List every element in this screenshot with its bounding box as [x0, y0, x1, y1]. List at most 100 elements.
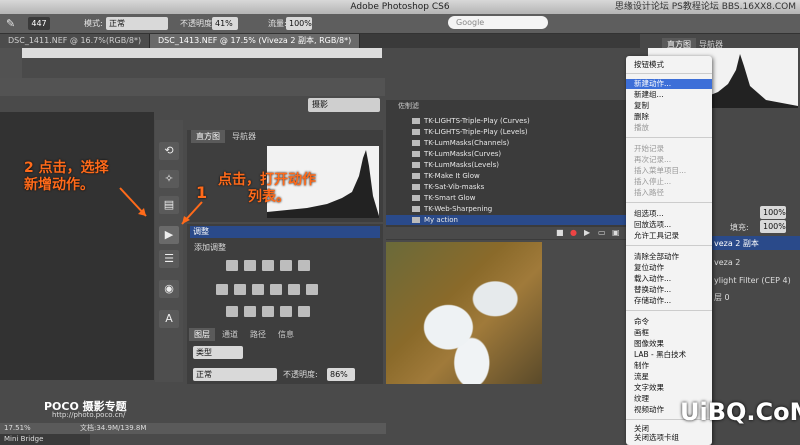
tab-paths[interactable]: 路径 [245, 328, 271, 341]
workspace-select[interactable]: 摄影 [308, 98, 380, 112]
menu-item-close-tab-group[interactable]: 关闭选项卡组 [634, 433, 679, 443]
right-opacity-field[interactable]: 100% [760, 206, 786, 219]
search-input[interactable]: Google [448, 16, 548, 29]
menu-item-replace[interactable]: 替换动作... [634, 285, 671, 295]
levels-icon[interactable] [244, 260, 256, 271]
menu-item-button-mode[interactable]: 按钮模式 [634, 60, 664, 70]
brush-tool-icon[interactable]: ✎ [6, 17, 15, 31]
menu-item-clear-all[interactable]: 清除全部动作 [634, 252, 679, 262]
layer-row[interactable]: veza 2 [714, 258, 740, 267]
tab-histogram[interactable]: 直方图 [191, 130, 225, 143]
doc-tab-1411[interactable]: DSC_1411.NEF @ 16.7%(RGB/8*) [0, 34, 151, 48]
folder-icon [412, 173, 420, 179]
brush-size[interactable]: 447 [28, 17, 50, 30]
opacity-label: 不透明度: [180, 19, 215, 28]
layer-row[interactable]: 层 0 [714, 292, 730, 303]
action-row[interactable]: TK-Make It Glow [386, 171, 640, 181]
menu-item-insert-stop[interactable]: 插入停止... [634, 177, 671, 187]
action-row[interactable]: TK-LumMasks(Levels) [386, 160, 640, 170]
menu-item-play[interactable]: 播放 [634, 123, 649, 133]
tab-channels[interactable]: 通道 [217, 328, 243, 341]
play-icon[interactable]: ▶ [584, 228, 590, 237]
brightness-icon[interactable] [226, 260, 238, 271]
menu-item-commands[interactable]: 命令 [634, 317, 649, 327]
new-action-icon[interactable]: ▣ [612, 228, 620, 237]
menu-item-stars[interactable]: 流星 [634, 372, 649, 382]
right-fill-field[interactable]: 100% [760, 220, 786, 233]
layer-opacity-field[interactable]: 86% [327, 368, 355, 381]
menu-item-frames[interactable]: 画框 [634, 328, 649, 338]
new-set-icon[interactable]: ▭ [598, 228, 606, 237]
vibrance-icon[interactable] [298, 260, 310, 271]
action-row[interactable]: TK-LIGHTS-Triple-Play (Curves) [386, 116, 640, 126]
menu-item-delete[interactable]: 删除 [634, 112, 649, 122]
opacity-field[interactable]: 41% [212, 17, 238, 30]
tools-toolbar[interactable] [0, 48, 22, 78]
record-icon[interactable]: ● [570, 228, 577, 237]
layer-row-selected[interactable]: veza 2 副本 [712, 236, 800, 250]
menu-item-insert-path[interactable]: 插入路径 [634, 188, 664, 198]
menu-item-allow-tool-recording[interactable]: 允许工具记录 [634, 231, 679, 241]
exposure-icon[interactable] [280, 260, 292, 271]
menu-item-text-effects[interactable]: 文字效果 [634, 383, 664, 393]
menu-separator [626, 137, 712, 138]
posterize-icon[interactable] [244, 306, 256, 317]
tab-navigator[interactable]: 导航器 [227, 130, 261, 143]
menu-item-load[interactable]: 载入动作... [634, 274, 671, 284]
actions-panel: 佐制滤 TK-LIGHTS-Triple-Play (Curves) TK-LI… [386, 100, 640, 240]
action-row[interactable]: TK-LumMasks(Channels) [386, 138, 640, 148]
hue-icon[interactable] [216, 284, 228, 295]
curves-icon[interactable] [262, 260, 274, 271]
threshold-icon[interactable] [262, 306, 274, 317]
color-lookup-icon[interactable] [306, 284, 318, 295]
layer-kind-filter[interactable]: 类型 [193, 346, 243, 359]
menu-item-textures[interactable]: 纹理 [634, 394, 649, 404]
menu-item-record-again[interactable]: 再次记录... [634, 155, 671, 165]
action-row[interactable]: TK-LIGHTS-Triple-Play (Levels) [386, 127, 640, 137]
adjustment-icons [194, 256, 374, 326]
menu-item-image-effects[interactable]: 图像效果 [634, 339, 664, 349]
menu-item-reset[interactable]: 复位动作 [634, 263, 664, 273]
invert-icon[interactable] [226, 306, 238, 317]
zoom-level[interactable]: 17.51% [4, 423, 31, 434]
selective-color-icon[interactable] [298, 306, 310, 317]
properties-panel-icon[interactable]: ◉ [159, 280, 179, 298]
flow-field[interactable]: 100% [286, 17, 312, 30]
menu-item-set-options[interactable]: 组选项... [634, 209, 664, 219]
tab-layers[interactable]: 图层 [189, 328, 215, 341]
menu-item-start-recording[interactable]: 开始记录 [634, 144, 664, 154]
menu-item-save[interactable]: 存储动作... [634, 296, 671, 306]
folder-icon [412, 129, 420, 135]
poco-url: http://photo.poco.cn/ [52, 411, 126, 419]
stop-icon[interactable]: ■ [556, 228, 564, 237]
menu-item-lab-bw[interactable]: LAB - 黑白技术 [634, 350, 686, 360]
menu-item-new-set[interactable]: 新建组... [634, 90, 664, 100]
tool-presets-icon[interactable]: ☰ [159, 250, 179, 268]
channel-mixer-icon[interactable] [288, 284, 300, 295]
blend-mode-select[interactable]: 正常 [193, 368, 277, 381]
balance-icon[interactable] [234, 284, 246, 295]
menu-item-new-action[interactable]: 新建动作... [626, 79, 712, 89]
mini-bridge-tab[interactable]: Mini Bridge [0, 434, 90, 445]
gradient-map-icon[interactable] [280, 306, 292, 317]
history-panel-icon[interactable]: ⟲ [159, 142, 179, 160]
bw-icon[interactable] [252, 284, 264, 295]
app-title: Adobe Photoshop CS6 [350, 2, 450, 12]
action-row[interactable]: TK-Web-Sharpening [386, 204, 640, 214]
menu-item-duplicate[interactable]: 复制 [634, 101, 649, 111]
doc-tab-1413[interactable]: DSC_1413.NEF @ 17.5% (Viveza 2 副本, RGB/8… [150, 34, 361, 48]
menu-item-insert-menu-item[interactable]: 插入菜单项目... [634, 166, 686, 176]
mode-select[interactable]: 正常 [106, 17, 168, 30]
action-row[interactable]: TK-Smart Glow [386, 193, 640, 203]
action-row[interactable]: TK-LumMasks(Curves) [386, 149, 640, 159]
menu-item-video-actions[interactable]: 视频动作 [634, 405, 664, 415]
character-panel-icon[interactable]: A [159, 310, 179, 328]
action-row-my-action[interactable]: My action [386, 215, 640, 225]
tab-info[interactable]: 信息 [273, 328, 299, 341]
menu-item-production[interactable]: 制作 [634, 361, 649, 371]
photo-filter-icon[interactable] [270, 284, 282, 295]
action-row[interactable]: TK-Sat-Vib-masks [386, 182, 640, 192]
actions-flyout-menu: 按钮模式 新建动作... 新建组... 复制 删除 播放 开始记录 再次记录..… [626, 56, 712, 445]
layer-row[interactable]: ylight Filter (CEP 4) [714, 276, 791, 285]
menu-item-playback-options[interactable]: 回放选项... [634, 220, 671, 230]
